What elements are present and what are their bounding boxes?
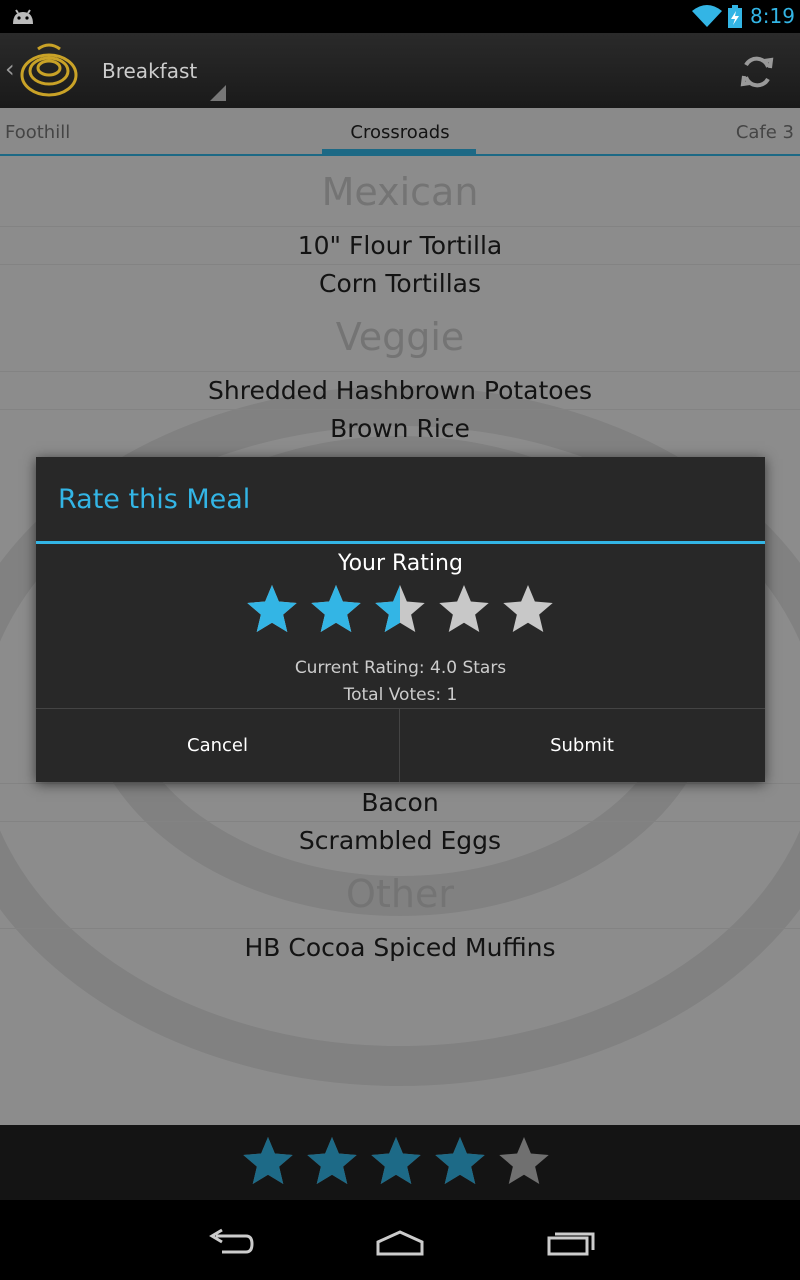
home-icon[interactable] — [372, 1222, 428, 1262]
meal-rating-bar — [0, 1125, 800, 1200]
average-rating-stars — [243, 1137, 549, 1185]
star-icon[interactable] — [503, 585, 553, 633]
refresh-icon[interactable] — [738, 53, 776, 91]
wifi-icon — [692, 5, 722, 27]
star-icon — [307, 1137, 357, 1185]
star-icon[interactable] — [247, 585, 297, 633]
battery-charging-icon — [728, 5, 742, 28]
dialog-title-divider — [36, 541, 765, 544]
rate-meal-dialog: Rate this Meal Your Rating Current Ratin… — [36, 457, 765, 782]
app-logo-icon[interactable] — [18, 39, 80, 101]
android-debug-icon — [13, 9, 33, 24]
star-icon — [499, 1137, 549, 1185]
status-clock: 8:19 — [750, 4, 795, 28]
dialog-button-row: Cancel Submit — [36, 708, 765, 782]
star-icon — [435, 1137, 485, 1185]
star-icon[interactable] — [311, 585, 361, 633]
your-rating-label: Your Rating — [338, 551, 463, 576]
up-chevron-icon[interactable]: ‹ — [5, 55, 15, 83]
star-icon — [371, 1137, 421, 1185]
status-bar: 8:19 — [0, 0, 800, 33]
star-icon[interactable] — [439, 585, 489, 633]
meal-title[interactable]: Breakfast — [102, 59, 197, 83]
recent-apps-icon[interactable] — [543, 1222, 599, 1262]
dropdown-triangle-icon[interactable] — [210, 85, 226, 101]
current-rating-text: Current Rating: 4.0 Stars — [294, 658, 507, 678]
total-votes-text: Total Votes: 1 — [343, 685, 458, 705]
submit-button[interactable]: Submit — [400, 709, 764, 782]
action-bar: ‹ Breakfast — [0, 33, 800, 108]
star-icon — [243, 1137, 293, 1185]
cancel-button[interactable]: Cancel — [36, 709, 400, 782]
dialog-title: Rate this Meal — [58, 484, 251, 515]
back-icon[interactable] — [202, 1222, 258, 1262]
navigation-bar — [0, 1200, 800, 1280]
star-icon[interactable] — [375, 585, 425, 633]
rating-bar[interactable] — [244, 583, 564, 639]
